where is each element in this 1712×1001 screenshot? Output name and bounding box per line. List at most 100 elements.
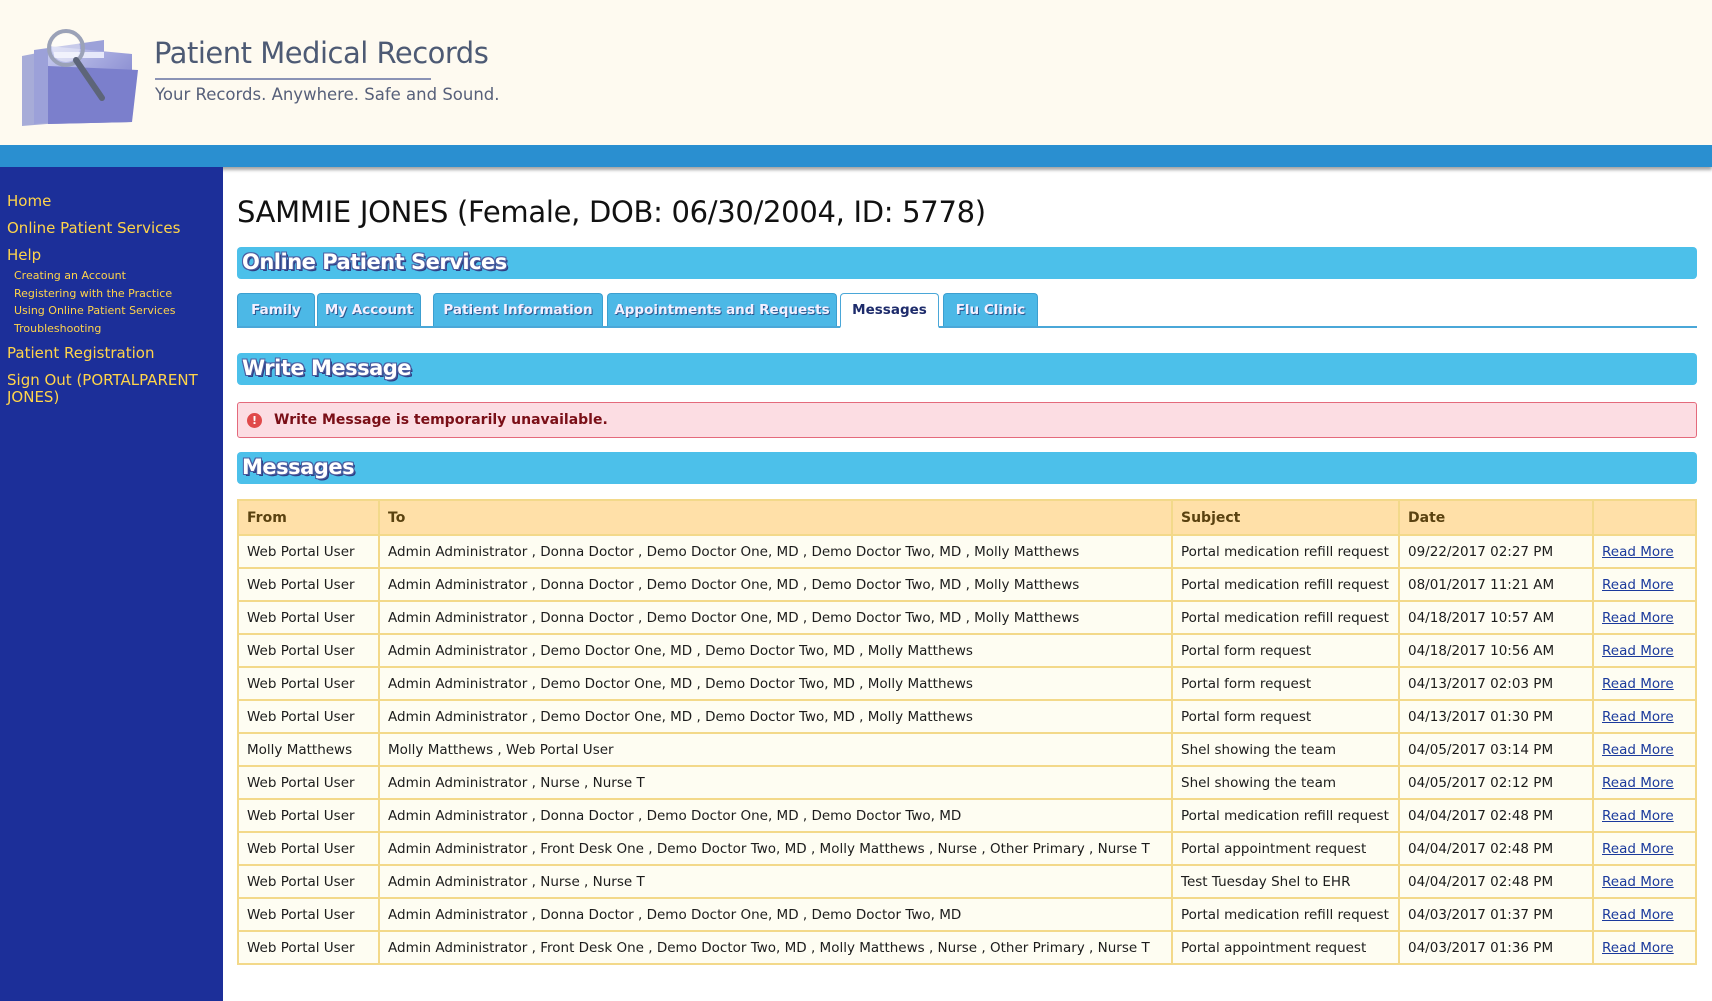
column-header-action	[1592, 499, 1697, 536]
cell-action: Read More	[1592, 567, 1697, 602]
cell-subject: Portal medication refill request	[1171, 534, 1400, 569]
table-row: Web Portal User Admin Administrator , Don…	[237, 567, 1697, 602]
column-header-to: To	[378, 499, 1173, 536]
cell-from: Web Portal User	[237, 897, 380, 932]
read-more-link[interactable]: Read More	[1602, 940, 1674, 956]
table-row: Web Portal User Admin Administrator , Don…	[237, 798, 1697, 833]
cell-from: Web Portal User	[237, 765, 380, 800]
cell-from: Web Portal User	[237, 600, 380, 635]
nav-help-registering[interactable]: Registering with the Practice	[0, 285, 223, 303]
section-bar-messages: Messages	[237, 452, 1697, 484]
nav-home[interactable]: Home	[0, 193, 223, 210]
cell-action: Read More	[1592, 732, 1697, 767]
cell-subject: Portal form request	[1171, 666, 1400, 701]
cell-action: Read More	[1592, 897, 1697, 932]
cell-action: Read More	[1592, 864, 1697, 899]
read-more-link[interactable]: Read More	[1602, 610, 1674, 626]
read-more-link[interactable]: Read More	[1602, 544, 1674, 560]
cell-date: 04/03/2017 01:37 PM	[1398, 897, 1594, 932]
folder-magnifier-icon	[22, 29, 138, 126]
cell-subject: Portal medication refill request	[1171, 600, 1400, 635]
section-title-online-services: Online Patient Services	[242, 250, 507, 274]
read-more-link[interactable]: Read More	[1602, 742, 1674, 758]
tab-messages[interactable]: Messages	[840, 293, 939, 328]
page-header: Patient Medical Records Your Records. An…	[0, 0, 1712, 145]
cell-to: Admin Administrator , Nurse , Nurse T	[378, 765, 1173, 800]
read-more-link[interactable]: Read More	[1602, 643, 1674, 659]
tab-flu-clinic[interactable]: Flu Clinic	[943, 293, 1038, 326]
read-more-link[interactable]: Read More	[1602, 676, 1674, 692]
cell-date: 04/18/2017 10:57 AM	[1398, 600, 1594, 635]
cell-from: Web Portal User	[237, 864, 380, 899]
cell-from: Web Portal User	[237, 930, 380, 965]
cell-to: Molly Matthews , Web Portal User	[378, 732, 1173, 767]
table-row: Web Portal User Admin Administrator , Don…	[237, 897, 1697, 932]
cell-to: Admin Administrator , Demo Doctor One, M…	[378, 666, 1173, 701]
cell-date: 04/05/2017 03:14 PM	[1398, 732, 1594, 767]
table-row: Web Portal User Admin Administrator , Nur…	[237, 864, 1697, 899]
column-header-date: Date	[1398, 499, 1594, 536]
tab-family[interactable]: Family	[237, 293, 315, 326]
title-underline	[155, 78, 431, 80]
section-bar-online-services: Online Patient Services	[237, 247, 1697, 279]
cell-action: Read More	[1592, 831, 1697, 866]
read-more-link[interactable]: Read More	[1602, 709, 1674, 725]
nav-patient-registration[interactable]: Patient Registration	[0, 345, 223, 362]
table-row: Molly Matthews Molly Matthews , Web Porta…	[237, 732, 1697, 767]
cell-action: Read More	[1592, 765, 1697, 800]
cell-from: Web Portal User	[237, 699, 380, 734]
cell-date: 09/22/2017 02:27 PM	[1398, 534, 1594, 569]
tab-bar: Family My Account Patient Information Ap…	[237, 293, 1697, 328]
patient-heading: SAMMIE JONES (Female, DOB: 06/30/2004, I…	[237, 195, 986, 229]
cell-to: Admin Administrator , Donna Doctor , Dem…	[378, 798, 1173, 833]
cell-from: Web Portal User	[237, 633, 380, 668]
table-row: Web Portal User Admin Administrator , Don…	[237, 600, 1697, 635]
cell-date: 04/03/2017 01:36 PM	[1398, 930, 1594, 965]
table-row: Web Portal User Admin Administrator , Dem…	[237, 666, 1697, 701]
tab-my-account[interactable]: My Account	[317, 293, 421, 326]
section-bar-write-message: Write Message	[237, 353, 1697, 385]
cell-date: 04/13/2017 02:03 PM	[1398, 666, 1594, 701]
read-more-link[interactable]: Read More	[1602, 577, 1674, 593]
column-header-subject: Subject	[1171, 499, 1400, 536]
section-title-write-message: Write Message	[242, 356, 412, 380]
cell-to: Admin Administrator , Donna Doctor , Dem…	[378, 534, 1173, 569]
read-more-link[interactable]: Read More	[1602, 775, 1674, 791]
header-stripe	[0, 145, 1712, 167]
cell-subject: Test Tuesday Shel to EHR	[1171, 864, 1400, 899]
cell-from: Web Portal User	[237, 666, 380, 701]
table-row: Web Portal User Admin Administrator , Dem…	[237, 699, 1697, 734]
nav-help[interactable]: Help	[0, 247, 223, 264]
nav-help-creating-account[interactable]: Creating an Account	[0, 267, 223, 285]
alert-message: Write Message is temporarily unavailable…	[274, 412, 608, 428]
nav-online-patient-services[interactable]: Online Patient Services	[0, 220, 223, 237]
cell-from: Web Portal User	[237, 798, 380, 833]
cell-from: Web Portal User	[237, 831, 380, 866]
table-row: Web Portal User Admin Administrator , Don…	[237, 534, 1697, 569]
cell-to: Admin Administrator , Donna Doctor , Dem…	[378, 897, 1173, 932]
read-more-link[interactable]: Read More	[1602, 808, 1674, 824]
sidebar-nav: Home Online Patient Services Help Creati…	[0, 167, 223, 1001]
cell-action: Read More	[1592, 699, 1697, 734]
nav-help-troubleshooting[interactable]: Troubleshooting	[0, 320, 223, 338]
cell-subject: Portal medication refill request	[1171, 798, 1400, 833]
cell-to: Admin Administrator , Donna Doctor , Dem…	[378, 600, 1173, 635]
read-more-link[interactable]: Read More	[1602, 841, 1674, 857]
read-more-link[interactable]: Read More	[1602, 874, 1674, 890]
error-alert: ! Write Message is temporarily unavailab…	[237, 402, 1697, 438]
tab-appointments-and-requests[interactable]: Appointments and Requests	[607, 293, 837, 326]
nav-sign-out[interactable]: Sign Out (PORTALPARENT JONES)	[0, 372, 200, 406]
site-logo[interactable]: Patient Medical Records Your Records. An…	[14, 20, 500, 130]
cell-action: Read More	[1592, 600, 1697, 635]
cell-date: 04/04/2017 02:48 PM	[1398, 798, 1594, 833]
table-row: Web Portal User Admin Administrator , Nur…	[237, 765, 1697, 800]
cell-subject: Shel showing the team	[1171, 765, 1400, 800]
read-more-link[interactable]: Read More	[1602, 907, 1674, 923]
tab-patient-information[interactable]: Patient Information	[433, 293, 603, 326]
nav-help-using-services[interactable]: Using Online Patient Services	[0, 302, 223, 320]
cell-date: 04/04/2017 02:48 PM	[1398, 864, 1594, 899]
cell-to: Admin Administrator , Nurse , Nurse T	[378, 864, 1173, 899]
messages-table: From To Subject Date Web Portal User Admi…	[237, 499, 1697, 965]
table-row: Web Portal User Admin Administrator , Fro…	[237, 831, 1697, 866]
table-row: Web Portal User Admin Administrator , Dem…	[237, 633, 1697, 668]
